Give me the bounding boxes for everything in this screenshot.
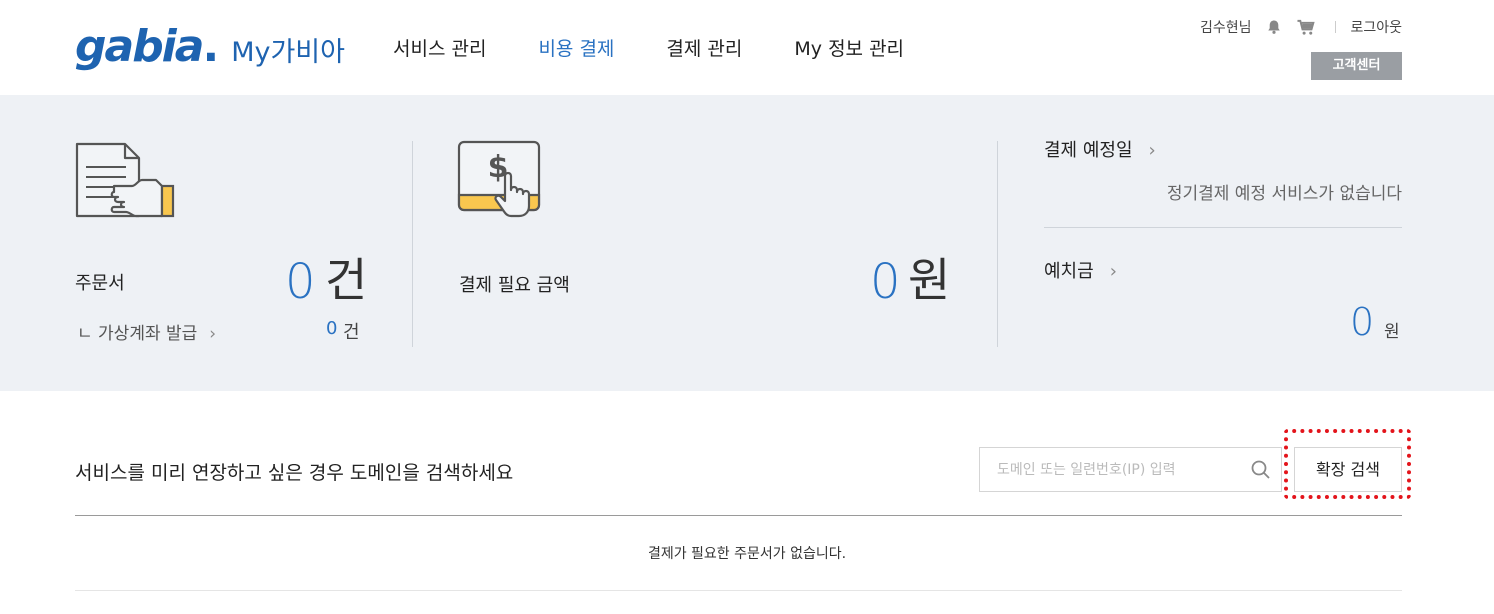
payment-needed-unit: 원 [908,253,951,307]
chevron-right-icon: › [1109,261,1117,282]
payment-schedule-desc: 정기결제 예정 서비스가 없습니다 [1166,184,1402,204]
order-document-icon [75,142,175,218]
nav-cost-payment[interactable]: 비용 결제 [538,34,614,61]
orders-count: 0 [285,254,316,310]
right-divider [1044,227,1402,228]
orders-unit: 건 [325,253,368,307]
logo-dot: . [202,21,220,72]
main-nav: 서비스 관리 비용 결제 결제 관리 My 정보 관리 [393,34,956,61]
virtual-account-label: ㄴ 가상계좌 발급 [77,324,198,344]
virtual-account-link[interactable]: ㄴ 가상계좌 발급 › [77,319,216,344]
virtual-account-unit: 건 [343,322,360,343]
orders-label: 주문서 [75,273,125,294]
payment-needed-amount: 0 [870,254,901,310]
logo-gabia: gabia [75,21,204,72]
customer-center-button[interactable]: 고객센터 [1311,52,1402,80]
header: gabia . My가비아 서비스 관리 비용 결제 결제 관리 My 정보 관… [0,0,1494,95]
chevron-right-icon: › [1148,140,1156,161]
nav-my-info-management[interactable]: My 정보 관리 [794,34,904,61]
search-prompt: 서비스를 미리 연장하고 싶은 경우 도메인을 검색하세요 [75,462,514,484]
util-divider [1335,21,1337,33]
table-bottom-border [75,590,1402,591]
util-bar: 김수현님 로그아웃 [1200,17,1402,37]
search-icon[interactable] [1251,460,1271,480]
summary-panel: 주문서 0 건 ㄴ 가상계좌 발급 › 0 건 $ 결제 필요 금액 0 원 결제… [0,95,1494,391]
payment-terminal-icon: $ [457,140,541,218]
logo[interactable]: gabia . My가비아 [75,22,345,78]
user-name[interactable]: 김수현님 [1200,17,1252,37]
logout-link[interactable]: 로그아웃 [1350,17,1402,37]
table-top-border [75,515,1402,516]
deposit-amount: 0 [1350,300,1375,344]
domain-search-input[interactable] [980,448,1230,491]
nav-service-management[interactable]: 서비스 관리 [393,34,486,61]
deposit-title: 예치금 [1044,261,1094,282]
column-divider [412,141,413,347]
empty-order-message: 결제가 필요한 주문서가 없습니다. [647,546,847,562]
chevron-right-icon: › [209,324,217,344]
virtual-account-count: 0 [326,318,338,339]
domain-search-box [979,447,1282,492]
highlight-box [1284,429,1411,499]
payment-needed-label: 결제 필요 금액 [459,275,570,296]
deposit-link[interactable]: 예치금 › [1044,257,1117,283]
column-divider [997,141,998,347]
cart-icon[interactable] [1297,18,1316,36]
logo-my-gabia: My가비아 [231,37,345,68]
payment-schedule-link[interactable]: 결제 예정일 › [1044,136,1156,162]
deposit-unit: 원 [1384,322,1400,342]
bell-icon[interactable] [1265,18,1283,36]
payment-schedule-title: 결제 예정일 [1044,140,1133,161]
nav-payment-management[interactable]: 결제 관리 [666,34,742,61]
